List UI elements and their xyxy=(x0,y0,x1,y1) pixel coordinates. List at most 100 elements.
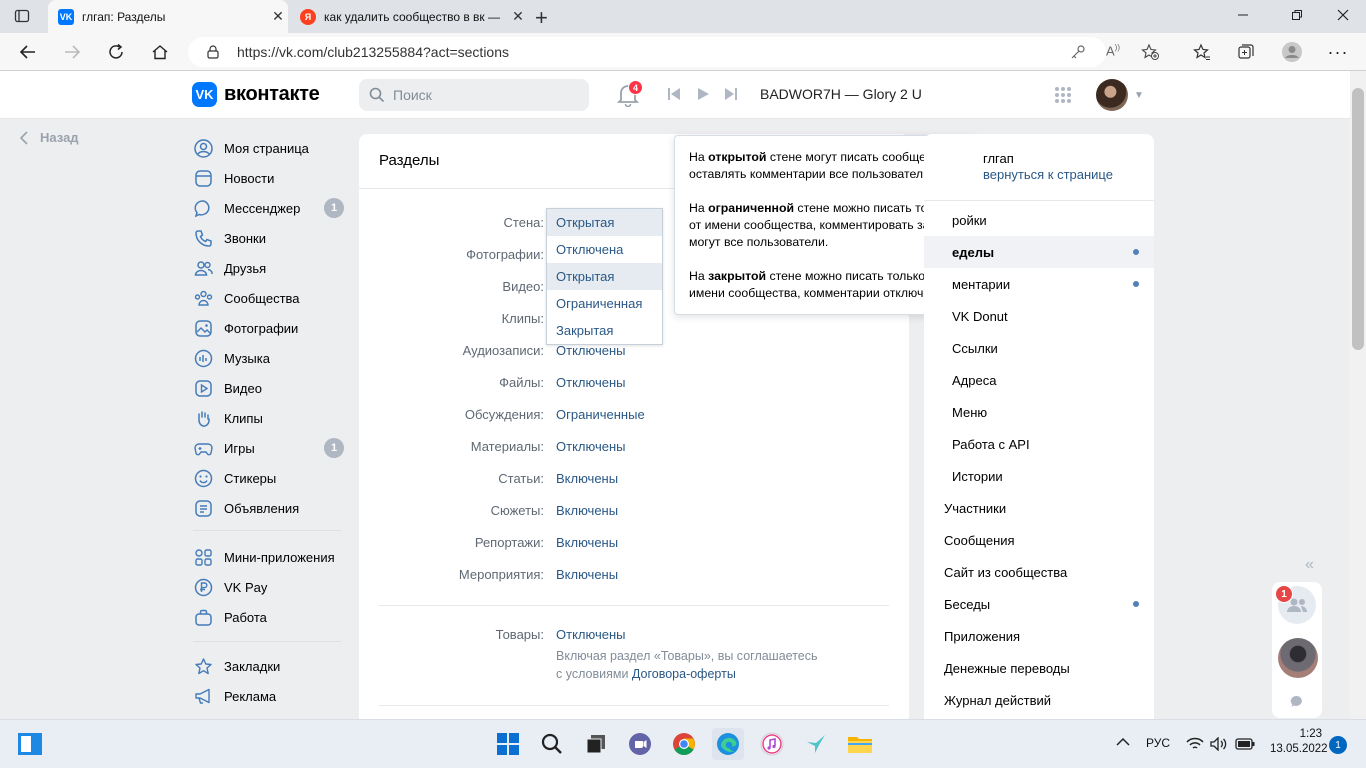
more-menu-icon[interactable]: ··· xyxy=(1326,40,1350,64)
file-explorer-icon[interactable] xyxy=(846,730,874,758)
menu-item-mini-apps[interactable]: Мини-приложения xyxy=(193,545,353,569)
back-link[interactable]: Назад xyxy=(20,130,79,145)
close-window-icon[interactable] xyxy=(1336,8,1350,22)
lock-icon[interactable] xyxy=(206,45,220,59)
right-menu-item[interactable]: VK Donut xyxy=(924,300,1154,332)
right-menu-item[interactable]: Меню xyxy=(924,396,1154,428)
battery-icon[interactable] xyxy=(1235,738,1255,750)
close-tab-icon[interactable]: ✕ xyxy=(268,8,288,25)
search-input[interactable]: Поиск xyxy=(359,79,589,111)
home-icon[interactable] xyxy=(148,40,172,64)
menu-item-advertising[interactable]: Реклама xyxy=(193,684,353,708)
profile-icon[interactable] xyxy=(1280,40,1304,64)
menu-item-games[interactable]: Игры 1 xyxy=(193,436,353,460)
return-to-page-link[interactable]: вернуться к странице xyxy=(983,167,1113,182)
right-menu-item[interactable]: Приложения xyxy=(924,620,1154,652)
edge-icon[interactable] xyxy=(712,728,744,760)
right-menu-item[interactable]: Денежные переводы xyxy=(924,652,1154,684)
task-view-icon[interactable] xyxy=(582,730,610,758)
url-field[interactable]: https://vk.com/club213255884?act=section… xyxy=(188,37,1159,67)
collections-icon[interactable] xyxy=(1234,40,1258,64)
menu-item-communities[interactable]: Сообщества xyxy=(193,286,353,310)
collapse-double-chevron-icon[interactable]: « xyxy=(1305,556,1314,574)
tab-vk-sections[interactable]: VK глгап: Разделы ✕ xyxy=(48,0,288,33)
menu-item-news[interactable]: Новости xyxy=(193,166,353,190)
back-arrow-icon[interactable] xyxy=(16,40,40,64)
option-limited[interactable]: Ограниченная xyxy=(547,290,662,317)
menu-item-music[interactable]: Музыка xyxy=(193,346,353,370)
right-menu-item[interactable]: Сайт из сообщества xyxy=(924,556,1154,588)
close-tab-icon[interactable]: ✕ xyxy=(508,8,528,25)
events-setting[interactable]: Включены xyxy=(556,567,618,582)
next-track-icon[interactable] xyxy=(724,87,738,101)
offer-agreement-link[interactable]: Договора-оферты xyxy=(632,667,736,681)
right-menu-item[interactable]: Адреса xyxy=(924,364,1154,396)
stories-setting[interactable]: Включены xyxy=(556,503,618,518)
start-windows-icon[interactable] xyxy=(494,730,522,758)
volume-icon[interactable] xyxy=(1210,737,1228,751)
menu-item-messenger[interactable]: Мессенджер 1 xyxy=(193,196,353,220)
option-closed[interactable]: Закрытая xyxy=(547,317,662,344)
play-icon[interactable] xyxy=(696,87,710,101)
goods-setting[interactable]: Отключены xyxy=(556,627,625,642)
right-menu-item[interactable]: Сообщения xyxy=(924,524,1154,556)
scrollbar-thumb[interactable] xyxy=(1352,88,1364,350)
right-menu-item[interactable]: Журнал действий xyxy=(924,684,1154,716)
option-open[interactable]: Открытая xyxy=(547,263,662,290)
widgets-icon[interactable] xyxy=(16,730,44,758)
menu-item-video[interactable]: Видео xyxy=(193,376,353,400)
reports-setting[interactable]: Включены xyxy=(556,535,618,550)
tab-actions-icon[interactable] xyxy=(14,8,30,24)
right-menu-item[interactable]: Работа с API xyxy=(924,428,1154,460)
taskbar-search-icon[interactable] xyxy=(538,730,566,758)
notification-center-badge[interactable]: 1 xyxy=(1329,736,1347,754)
menu-item-vk-pay[interactable]: VK Pay xyxy=(193,575,353,599)
menu-item-photos[interactable]: Фотографии xyxy=(193,316,353,340)
previous-track-icon[interactable] xyxy=(667,87,681,101)
minimize-icon[interactable] xyxy=(1236,8,1250,22)
wifi-icon[interactable] xyxy=(1186,737,1204,751)
menu-item-friends[interactable]: Друзья xyxy=(193,256,353,280)
option-open-current[interactable]: Открытая xyxy=(547,209,662,236)
teams-chat-icon[interactable] xyxy=(626,730,654,758)
menu-item-ads[interactable]: Объявления xyxy=(193,496,353,520)
hummingbird-app-icon[interactable] xyxy=(802,730,830,758)
now-playing-track[interactable]: BADWOR7H — Glory 2 U xyxy=(760,86,922,102)
itunes-icon[interactable] xyxy=(758,730,786,758)
right-menu-item[interactable]: Участники xyxy=(924,492,1154,524)
right-menu-item[interactable]: ройки xyxy=(924,204,1154,236)
right-menu-item[interactable]: Беседы xyxy=(924,588,1154,620)
menu-item-stickers[interactable]: Стикеры xyxy=(193,466,353,490)
chat-bubble-icon[interactable] xyxy=(1290,695,1304,709)
chevron-down-icon[interactable]: ▼ xyxy=(1134,90,1144,101)
chat-avatar[interactable] xyxy=(1278,638,1318,678)
apps-grid-icon[interactable] xyxy=(1054,86,1072,104)
right-menu-item[interactable]: Ссылки xyxy=(924,332,1154,364)
forward-arrow-icon[interactable] xyxy=(60,40,84,64)
read-aloud-icon[interactable]: A)) xyxy=(1106,43,1120,58)
wall-mode-dropdown[interactable]: Открытая Отключена Открытая Ограниченная… xyxy=(546,208,663,345)
chrome-icon[interactable] xyxy=(670,730,698,758)
menu-item-bookmarks[interactable]: Закладки xyxy=(193,654,353,678)
refresh-icon[interactable] xyxy=(104,40,128,64)
vk-logo[interactable]: VK вконтакте xyxy=(192,82,320,107)
articles-setting[interactable]: Включены xyxy=(556,471,618,486)
menu-item-my-page[interactable]: Моя страница xyxy=(193,136,353,160)
right-menu-item[interactable]: ментарии xyxy=(924,268,1154,300)
right-menu-item[interactable]: Истории xyxy=(924,460,1154,492)
menu-item-clips[interactable]: Клипы xyxy=(193,406,353,430)
option-disabled[interactable]: Отключена xyxy=(547,236,662,263)
avatar[interactable] xyxy=(1096,79,1128,111)
discussions-setting[interactable]: Ограниченные xyxy=(556,407,645,422)
clock[interactable]: 1:23 13.05.2022 xyxy=(1270,727,1328,757)
input-language[interactable]: РУС xyxy=(1146,736,1170,750)
add-favorite-icon[interactable] xyxy=(1141,43,1159,61)
menu-item-calls[interactable]: Звонки xyxy=(193,226,353,250)
menu-item-work[interactable]: Работа xyxy=(193,605,353,629)
materials-setting[interactable]: Отключены xyxy=(556,439,625,454)
audio-setting[interactable]: Отключены xyxy=(556,343,625,358)
right-menu-item[interactable]: еделы xyxy=(924,236,1154,268)
key-icon[interactable] xyxy=(1070,44,1086,60)
files-setting[interactable]: Отключены xyxy=(556,375,625,390)
restore-icon[interactable] xyxy=(1290,8,1304,22)
